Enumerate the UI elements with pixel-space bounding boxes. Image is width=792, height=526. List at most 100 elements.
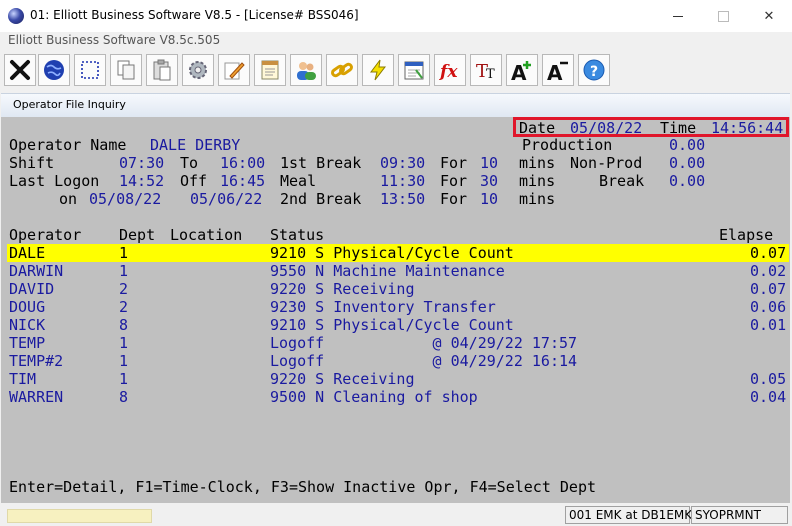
production-value: 0.00 — [669, 136, 706, 154]
row-dept: 8 — [119, 316, 129, 334]
text-size-button[interactable]: TT — [470, 54, 502, 86]
users-button[interactable] — [290, 54, 322, 86]
row-operator: TEMP#2 — [9, 352, 64, 370]
first-break-time: 09:30 — [380, 154, 426, 172]
row-dept: 1 — [119, 262, 129, 280]
shift-label: Shift — [9, 154, 55, 172]
calendar-button[interactable] — [398, 54, 430, 86]
first-break-mins-label: mins — [519, 154, 556, 172]
maximize-icon — [717, 10, 729, 22]
close-button[interactable]: ✕ — [746, 0, 792, 32]
svg-text:T: T — [486, 67, 495, 82]
font-decrease-icon: A — [547, 61, 568, 82]
notepad-button[interactable] — [254, 54, 286, 86]
font-decrease-button[interactable]: A — [542, 54, 574, 86]
function-key-legend: Enter=Detail, F1=Time-Clock, F3=Show Ina… — [9, 478, 596, 496]
paste-icon — [153, 59, 171, 81]
status-bar: 001 EMK at DB1EMK SYOPRMNT — [0, 503, 792, 526]
row-elapse: 0.06 — [750, 298, 787, 316]
off-time: 16:45 — [220, 172, 266, 190]
off-date: 05/06/22 — [190, 190, 263, 208]
help-button[interactable]: ? — [578, 54, 610, 86]
row-operator: DOUG — [9, 298, 46, 316]
column-header-operator: Operator — [9, 226, 82, 244]
row-status: 9220 S Receiving — [270, 370, 415, 388]
terminal-screen: Date 05/08/22 Time 14:56:44 Operator Nam… — [1, 117, 790, 503]
row-status: 9500 N Cleaning of shop — [270, 388, 478, 406]
column-header-location: Location — [170, 226, 243, 244]
minimize-button[interactable] — [655, 0, 701, 32]
svg-text:?: ? — [590, 64, 598, 80]
row-status: Logoff @ 04/29/22 16:14 — [270, 352, 578, 370]
second-break-label: 2nd Break — [280, 190, 362, 208]
help-icon: ? — [583, 59, 605, 81]
program-name-status: SYOPRMNT — [691, 506, 788, 524]
last-logon-label: Last Logon — [9, 172, 100, 190]
meal-label: Meal — [280, 172, 317, 190]
column-header-elapse: Elapse — [719, 226, 774, 244]
svg-text:fx: fx — [439, 62, 458, 82]
meal-for-label: For — [440, 172, 468, 190]
second-break-for-label: For — [440, 190, 468, 208]
first-break-mins: 10 — [480, 154, 499, 172]
first-break-label: 1st Break — [280, 154, 362, 172]
break-label: Break — [599, 172, 645, 190]
shift-start-value: 07:30 — [119, 154, 165, 172]
row-status: 9220 S Receiving — [270, 280, 415, 298]
production-label: Production — [522, 136, 613, 154]
lightning-button[interactable] — [362, 54, 394, 86]
select-button[interactable] — [74, 54, 106, 86]
off-label: Off — [180, 172, 208, 190]
app-version-label: Elliott Business Software V8.5c.505 — [8, 33, 221, 47]
row-elapse: 0.01 — [750, 316, 787, 334]
select-icon — [81, 61, 99, 79]
meal-time: 11:30 — [380, 172, 426, 190]
row-dept: 1 — [119, 370, 129, 388]
exit-button[interactable] — [4, 54, 36, 86]
operator-name-value: DALE DERBY — [150, 136, 241, 154]
second-break-mins: 10 — [480, 190, 499, 208]
row-operator: DAVID — [9, 280, 55, 298]
row-operator: WARREN — [9, 388, 64, 406]
first-break-for-label: For — [440, 154, 468, 172]
second-break-time: 13:50 — [380, 190, 426, 208]
globe-icon — [44, 60, 64, 80]
minimize-icon — [673, 15, 683, 17]
progress-bar — [7, 509, 152, 523]
close-icon: ✕ — [763, 8, 775, 24]
edit-pencil-icon — [224, 62, 245, 80]
logon-date: 05/08/22 — [89, 190, 162, 208]
row-dept: 1 — [119, 334, 129, 352]
row-elapse: 0.05 — [750, 370, 787, 388]
font-increase-button[interactable]: A — [506, 54, 538, 86]
function-button[interactable]: fx — [434, 54, 466, 86]
row-status: 9550 N Machine Maintenance — [270, 262, 505, 280]
settings-button[interactable] — [182, 54, 214, 86]
meal-mins-label: mins — [519, 172, 556, 190]
copy-button[interactable] — [110, 54, 142, 86]
link-button[interactable] — [326, 54, 358, 86]
non-prod-value: 0.00 — [669, 154, 706, 172]
row-operator: DARWIN — [9, 262, 64, 280]
row-status: Logoff @ 04/29/22 17:57 — [270, 334, 578, 352]
function-fx-icon: fx — [439, 62, 458, 82]
row-status: 9210 S Physical/Cycle Count — [270, 244, 514, 262]
maximize-button[interactable] — [700, 0, 746, 32]
toolbar: fx TT A A ? — [2, 53, 790, 87]
paste-button[interactable] — [146, 54, 178, 86]
edit-button[interactable] — [218, 54, 250, 86]
settings-gear-icon — [189, 61, 207, 79]
users-icon — [297, 62, 316, 80]
inner-window-title: Operator File Inquiry — [13, 98, 126, 111]
link-chain-icon — [331, 62, 353, 78]
row-dept: 2 — [119, 280, 129, 298]
globe-button[interactable] — [38, 54, 70, 86]
second-break-mins-label: mins — [519, 190, 556, 208]
on-label: on — [59, 190, 78, 208]
row-operator: TIM — [9, 370, 37, 388]
title-bar: 01: Elliott Business Software V8.5 - [Li… — [0, 0, 792, 32]
date-time-highlight-box — [513, 117, 789, 137]
row-operator: DALE — [9, 244, 46, 262]
connection-status: 001 EMK at DB1EMK — [565, 506, 692, 524]
window-title: 01: Elliott Business Software V8.5 - [Li… — [30, 8, 359, 22]
